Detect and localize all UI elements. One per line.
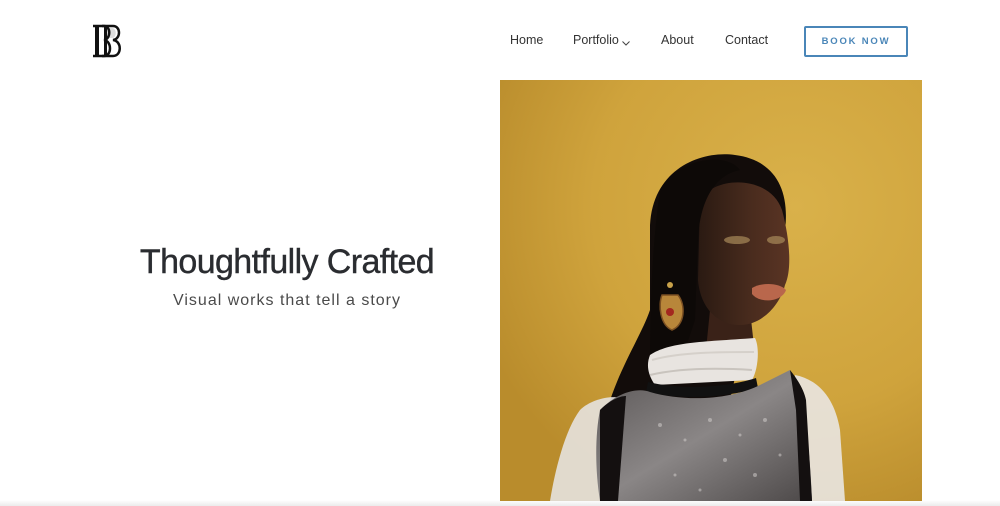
chevron-down-icon [622,36,630,46]
nav-home[interactable]: Home [510,33,543,47]
hero-title: Thoughtfully Crafted [139,243,435,281]
nav-about[interactable]: About [661,33,694,47]
nav-about-label: About [661,33,694,47]
book-now-button[interactable]: BOOK NOW [804,26,908,57]
bb-logo-icon[interactable] [91,24,125,58]
portrait-photo [500,80,922,501]
book-now-label: BOOK NOW [821,36,891,47]
page: Home Portfolio About Contact BOOK NOW Th… [0,0,1000,506]
bottom-shadow [0,500,1000,506]
nav-portfolio-label: Portfolio [573,33,619,47]
nav-contact[interactable]: Contact [725,33,768,47]
nav-home-label: Home [510,33,544,47]
hero-subtitle: Visual works that tell a story [172,292,401,309]
nav-contact-label: Contact [725,33,769,47]
nav-portfolio[interactable]: Portfolio [573,33,630,47]
